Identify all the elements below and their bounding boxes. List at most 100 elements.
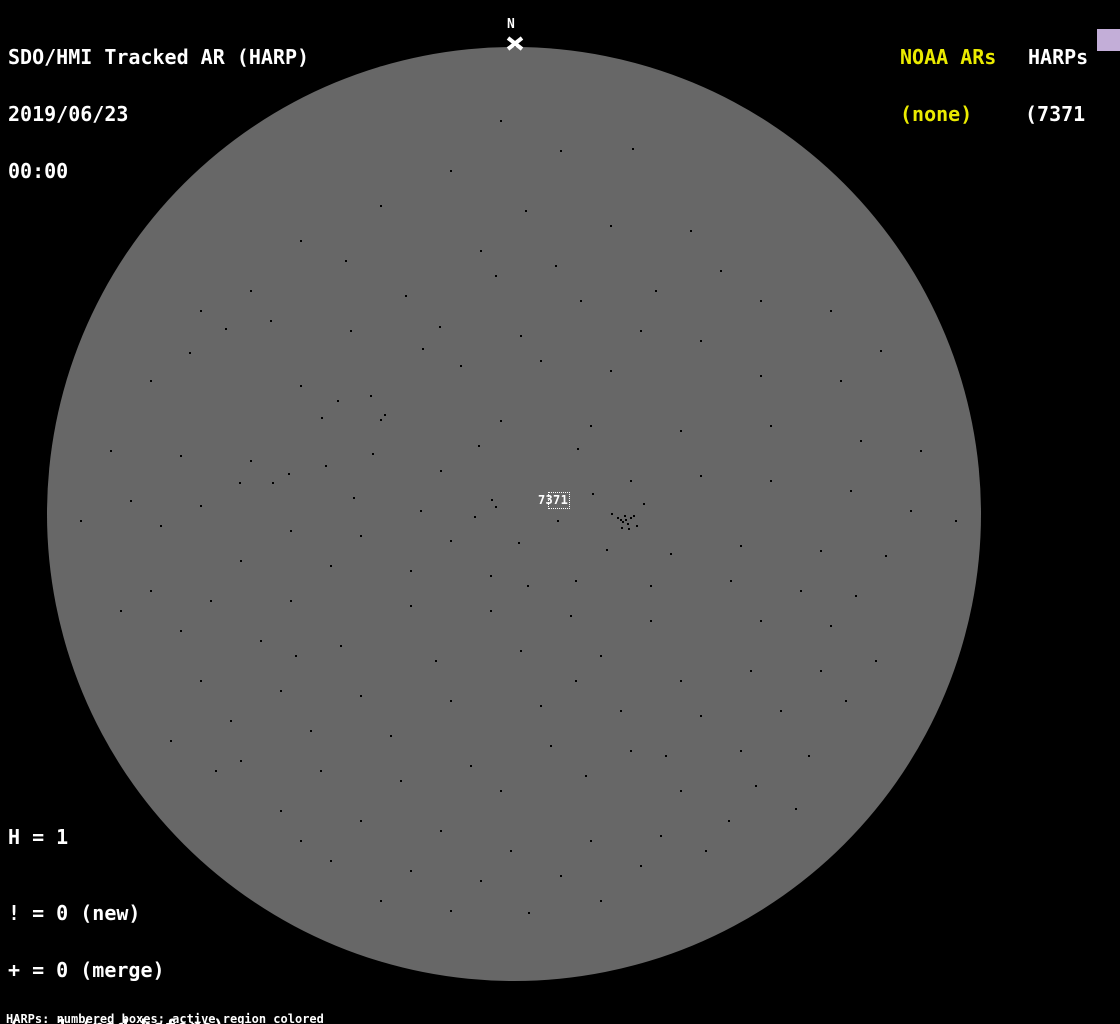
- magnetic-speck: [120, 610, 122, 612]
- magnetic-speck: [760, 300, 762, 302]
- magnetic-speck: [630, 750, 632, 752]
- magnetic-speck: [600, 900, 602, 902]
- magnetic-speck: [510, 850, 512, 852]
- magnetic-speck: [480, 250, 482, 252]
- magnetic-speck: [527, 585, 529, 587]
- magnetic-speck: [380, 900, 382, 902]
- magnetic-speck: [920, 450, 922, 452]
- magnetic-speck: [590, 425, 592, 427]
- magnetic-speck: [440, 830, 442, 832]
- magnetic-speck: [795, 808, 797, 810]
- magnetic-speck: [491, 499, 493, 501]
- magnetic-speck: [325, 465, 327, 467]
- magnetic-speck: [640, 330, 642, 332]
- magnetic-speck: [390, 735, 392, 737]
- magnetic-speck: [628, 528, 630, 530]
- magnetic-speck: [555, 265, 557, 267]
- magnetic-speck: [845, 700, 847, 702]
- magnetic-speck: [577, 448, 579, 450]
- magnetic-speck: [640, 865, 642, 867]
- magnetic-speck: [840, 380, 842, 382]
- north-pole-cross-icon: [505, 36, 525, 52]
- magnetic-speck: [330, 565, 332, 567]
- magnetic-speck: [130, 500, 132, 502]
- magnetic-speck: [500, 790, 502, 792]
- magnetic-speck: [439, 326, 441, 328]
- magnetic-speck: [627, 523, 629, 525]
- magnetic-speck: [808, 755, 810, 757]
- magnetic-speck: [665, 755, 667, 757]
- magnetic-speck: [740, 545, 742, 547]
- magnetic-speck: [800, 590, 802, 592]
- magnetic-speck: [300, 240, 302, 242]
- magnetic-speck: [520, 335, 522, 337]
- magnetic-speck: [630, 480, 632, 482]
- magnetic-speck: [680, 680, 682, 682]
- magnetic-speck: [240, 560, 242, 562]
- magnetic-speck: [240, 760, 242, 762]
- magnetic-speck: [280, 810, 282, 812]
- magnetic-speck: [820, 670, 822, 672]
- magnetic-speck: [250, 290, 252, 292]
- magnetic-speck: [770, 480, 772, 482]
- magnetic-speck: [380, 205, 382, 207]
- magnetic-speck: [405, 295, 407, 297]
- magnetic-speck: [500, 420, 502, 422]
- magnetic-speck: [410, 870, 412, 872]
- date-label: 2019/06/23: [8, 105, 309, 124]
- magnetic-speck: [450, 910, 452, 912]
- magnetic-speck: [610, 370, 612, 372]
- magnetic-speck: [170, 740, 172, 742]
- magnetic-speck: [560, 875, 562, 877]
- magnetic-speck: [700, 340, 702, 342]
- magnetic-speck: [460, 365, 462, 367]
- north-label: N: [507, 18, 515, 31]
- magnetic-speck: [910, 510, 912, 512]
- magnetic-speck: [150, 590, 152, 592]
- magnetic-speck: [384, 414, 386, 416]
- magnetic-speck: [700, 475, 702, 477]
- magnetic-speck: [478, 445, 480, 447]
- magnetic-speck: [755, 785, 757, 787]
- magnetic-speck: [400, 780, 402, 782]
- magnetic-speck: [321, 417, 323, 419]
- magnetic-speck: [420, 510, 422, 512]
- magnetic-speck: [210, 600, 212, 602]
- magnetic-speck: [337, 400, 339, 402]
- magnetic-speck: [290, 600, 292, 602]
- magnetic-speck: [855, 595, 857, 597]
- magnetic-speck: [585, 775, 587, 777]
- magnetic-speck: [680, 790, 682, 792]
- magnetic-speck: [540, 705, 542, 707]
- magnetic-speck: [760, 375, 762, 377]
- magnetic-speck: [625, 519, 627, 521]
- magnetic-speck: [580, 300, 582, 302]
- magnetic-speck: [590, 840, 592, 842]
- magnetic-speck: [610, 225, 612, 227]
- magnetic-speck: [470, 765, 472, 767]
- magnetic-speck: [150, 380, 152, 382]
- magnetic-speck: [728, 820, 730, 822]
- magnetic-speck: [500, 120, 502, 122]
- magnetic-speck: [621, 527, 623, 529]
- magnetic-speck: [830, 310, 832, 312]
- magnetic-speck: [450, 170, 452, 172]
- magnetic-speck: [435, 660, 437, 662]
- magnetic-speck: [560, 150, 562, 152]
- magnetic-speck: [480, 880, 482, 882]
- magnetic-speck: [606, 549, 608, 551]
- magnetic-speck: [660, 835, 662, 837]
- time-label: 00:00: [8, 162, 309, 181]
- magnetic-speck: [189, 352, 191, 354]
- magnetic-speck: [655, 290, 657, 292]
- magnetic-speck: [440, 470, 442, 472]
- magnetic-speck: [239, 482, 241, 484]
- magnetic-speck: [160, 525, 162, 527]
- magnetic-speck: [518, 542, 520, 544]
- magnetic-speck: [180, 455, 182, 457]
- magnetic-speck: [230, 720, 232, 722]
- magnetic-speck: [650, 620, 652, 622]
- magnetic-speck: [490, 610, 492, 612]
- magnetic-speck: [490, 575, 492, 577]
- magnetic-speck: [550, 745, 552, 747]
